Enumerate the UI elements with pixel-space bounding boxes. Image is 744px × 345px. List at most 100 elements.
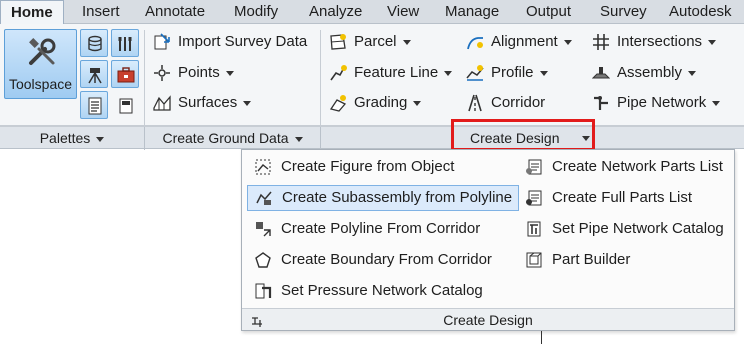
chevron-down-icon <box>294 136 303 142</box>
dropdown-footer: Create Design <box>242 308 734 330</box>
part-builder-item[interactable]: Part Builder <box>518 247 636 273</box>
feature-line-label: Feature Line <box>354 64 439 81</box>
create-network-parts-list-item[interactable]: Create Network Parts List <box>518 154 729 180</box>
panel-icon <box>119 98 133 114</box>
network-parts-list-icon <box>524 157 544 177</box>
full-parts-list-icon <box>524 188 544 208</box>
create-polyline-from-corridor-item[interactable]: Create Polyline From Corridor <box>247 216 486 242</box>
panel-toggle-button[interactable] <box>111 91 139 119</box>
text-cursor <box>541 331 542 344</box>
import-survey-data-label: Import Survey Data <box>178 33 308 50</box>
figure-icon <box>253 157 273 177</box>
intersections-menu-button[interactable]: Intersections <box>591 31 717 53</box>
palettes-panel-title[interactable]: Palettes <box>0 127 145 150</box>
assembly-icon <box>591 63 611 83</box>
parcel-icon <box>328 32 348 52</box>
set-pressure-network-catalog-item[interactable]: Set Pressure Network Catalog <box>247 278 489 304</box>
alignment-label: Alignment <box>491 33 558 50</box>
tab-survey[interactable]: Survey <box>600 0 647 24</box>
toolbox-icon <box>117 67 135 83</box>
grading-menu-button[interactable]: Grading <box>328 92 422 114</box>
tab-autodesk[interactable]: Autodesk <box>669 0 732 24</box>
corridor-button[interactable]: Corridor <box>465 92 545 114</box>
parcel-label: Parcel <box>354 33 397 50</box>
create-network-parts-list-label: Create Network Parts List <box>552 158 723 175</box>
create-subassembly-from-polyline-label: Create Subassembly from Polyline <box>282 189 513 206</box>
create-ground-data-label: Create Ground Data <box>162 130 289 146</box>
database-icon <box>88 35 102 52</box>
points-menu-button[interactable]: Points <box>152 62 234 84</box>
grading-label: Grading <box>354 94 408 111</box>
chevron-down-icon <box>444 70 453 76</box>
survey-palette-button[interactable] <box>80 60 108 88</box>
pin-icon[interactable] <box>250 313 264 335</box>
pipe-catalog-icon <box>524 219 544 239</box>
tools-icon <box>118 37 132 51</box>
alignment-icon <box>465 32 485 52</box>
tab-home[interactable]: Home <box>0 0 64 25</box>
chevron-down-icon <box>225 70 234 76</box>
tab-output[interactable]: Output <box>526 0 571 24</box>
import-survey-data-button[interactable]: Import Survey Data <box>152 31 307 53</box>
profile-label: Profile <box>491 64 534 81</box>
toolspace-label: Toolspace <box>8 76 73 92</box>
assembly-menu-button[interactable]: Assembly <box>591 62 697 84</box>
feature-line-menu-button[interactable]: Feature Line <box>328 62 453 84</box>
surfaces-menu-button[interactable]: Surfaces <box>152 92 252 114</box>
tab-view[interactable]: View <box>387 0 419 24</box>
highlight-box <box>451 119 595 151</box>
polyline-corridor-icon <box>253 219 273 239</box>
points-icon <box>152 63 172 83</box>
pipe-network-label: Pipe Network <box>617 94 707 111</box>
grading-icon <box>328 93 348 113</box>
properties-icon <box>88 97 102 115</box>
chevron-down-icon <box>563 39 572 45</box>
prospector-button[interactable] <box>80 29 108 57</box>
chevron-down-icon <box>712 100 721 106</box>
assembly-label: Assembly <box>617 64 683 81</box>
corridor-label: Corridor <box>491 94 546 111</box>
alignment-menu-button[interactable]: Alignment <box>465 31 572 53</box>
tab-insert[interactable]: Insert <box>82 0 120 24</box>
chevron-down-icon <box>708 39 717 45</box>
chevron-down-icon <box>539 70 548 76</box>
tool-palettes-button[interactable] <box>111 29 139 57</box>
pressure-network-icon <box>253 281 273 301</box>
chevron-down-icon <box>402 39 411 45</box>
corridor-icon <box>465 93 485 113</box>
feature-line-icon <box>328 63 348 83</box>
toolbox-button[interactable] <box>111 60 139 88</box>
parcel-menu-button[interactable]: Parcel <box>328 31 411 53</box>
pipe-network-menu-button[interactable]: Pipe Network <box>591 92 721 114</box>
chevron-down-icon <box>688 70 697 76</box>
part-builder-label: Part Builder <box>552 251 631 268</box>
survey-tripod-icon <box>88 68 102 84</box>
profile-menu-button[interactable]: Profile <box>465 62 548 84</box>
create-figure-from-object-label: Create Figure from Object <box>281 158 455 175</box>
tab-manage[interactable]: Manage <box>445 0 499 24</box>
tab-analyze[interactable]: Analyze <box>309 0 362 24</box>
part-builder-icon <box>524 250 544 270</box>
tab-modify[interactable]: Modify <box>234 0 278 24</box>
subassembly-polyline-icon <box>254 188 274 208</box>
dropdown-footer-label: Create Design <box>443 312 533 328</box>
intersections-label: Intersections <box>617 33 703 50</box>
boundary-icon <box>253 250 273 270</box>
create-figure-from-object-item[interactable]: Create Figure from Object <box>247 154 460 180</box>
toolspace-button[interactable]: Toolspace <box>4 29 77 99</box>
chevron-down-icon <box>413 100 422 106</box>
properties-button[interactable] <box>80 91 108 119</box>
create-ground-data-panel-title[interactable]: Create Ground Data <box>145 127 321 150</box>
create-full-parts-list-item[interactable]: Create Full Parts List <box>518 185 698 211</box>
tab-annotate[interactable]: Annotate <box>145 0 205 24</box>
set-pipe-network-catalog-item[interactable]: Set Pipe Network Catalog <box>518 216 730 242</box>
surfaces-icon <box>152 93 172 113</box>
surfaces-label: Surfaces <box>178 94 238 111</box>
create-boundary-from-corridor-item[interactable]: Create Boundary From Corridor <box>247 247 498 273</box>
palettes-panel-label: Palettes <box>39 130 91 146</box>
ribbon-panel-footer: Palettes Create Ground Data Create Desig… <box>0 126 744 150</box>
intersections-icon <box>591 32 611 52</box>
chevron-down-icon <box>243 100 252 106</box>
toolspace-icon <box>29 38 56 65</box>
create-subassembly-from-polyline-item[interactable]: Create Subassembly from Polyline <box>247 185 520 211</box>
